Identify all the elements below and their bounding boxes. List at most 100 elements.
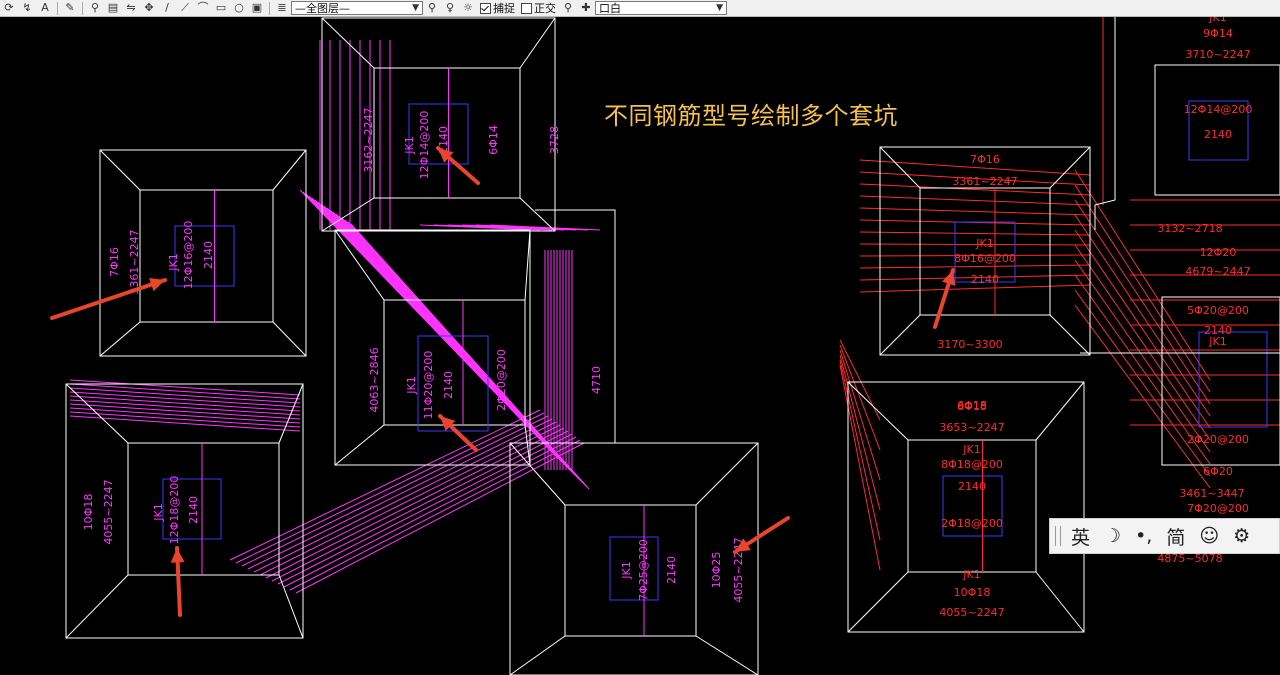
rebar-line [283, 436, 577, 588]
toolbar-divider [269, 1, 270, 15]
rebar-line [277, 433, 573, 585]
snap-checkbox[interactable]: 捕捉 [480, 0, 515, 16]
refresh-icon[interactable]: ⟳ [2, 1, 16, 15]
color-select[interactable]: 口白 ▼ [595, 1, 727, 15]
pit-name-label: JK1 [620, 561, 633, 579]
pit-corner-line [1049, 314, 1091, 356]
pit-depth-label: 2140 [971, 273, 999, 286]
rebar-line [69, 395, 301, 412]
pit-corner-line [695, 635, 759, 675]
layer-icon[interactable]: ▤ [106, 1, 120, 15]
rebar-line [859, 231, 1091, 236]
sun-icon[interactable]: ☼ [461, 1, 475, 15]
layer-select-value: —全图层— [295, 2, 350, 15]
pit-bar-label: 12Φ14@200 [1184, 103, 1253, 116]
link-icon[interactable]: ⚲ [88, 1, 102, 15]
pit-name-label: JK1 [1208, 17, 1226, 24]
rebar-line [69, 383, 301, 400]
pit-dims-label: 3361~2247 [952, 175, 1017, 188]
pit-corner-line [519, 17, 556, 69]
rebar-line [241, 415, 549, 567]
pit-side-label: 2Φ20@200 [495, 349, 508, 411]
pit-corner-line [847, 381, 909, 441]
rebar-line [247, 418, 553, 570]
pit-dims-label: 3461~3447 [1179, 487, 1244, 500]
pit-name-label: JK1 [152, 503, 165, 521]
pit-name-label: JK1 [167, 253, 180, 271]
move-icon[interactable]: ✥ [142, 1, 156, 15]
circle-icon[interactable]: ○ [232, 1, 246, 15]
pit-dims-label: 3170~3300 [937, 338, 1002, 351]
rebar-line [69, 387, 301, 404]
pit-corner-line [524, 229, 531, 301]
pit-corner-line [278, 574, 304, 639]
moon-icon[interactable]: ☽ [1104, 525, 1121, 547]
pit-name-label: JK1 [962, 443, 980, 456]
cad-toolbar: ⟳ ↯ A ✎ ⚲ ▤ ⇋ ✥ / ⟋ ⌒ ▭ ○ ▣ ≣ —全图层— ▼ ⚲ ♀… [0, 0, 1280, 17]
pit-extra-label: 4710 [590, 366, 603, 394]
pit-depth-label: 2140 [202, 241, 215, 269]
layer-manager-icon[interactable]: ≣ [275, 1, 289, 15]
pit-outer-outline [334, 229, 531, 466]
rebar-line [859, 207, 1091, 216]
pit-bar-label: 8Φ18@200 [941, 458, 1003, 471]
pit-name-label: JK1 [1208, 335, 1226, 348]
pit-side-label: 12Φ20 [1200, 246, 1237, 259]
pit-corner-line [65, 574, 129, 639]
pit-dims-label: 3653~2247 [939, 421, 1004, 434]
zoom-icon[interactable]: ⚲ [561, 1, 575, 15]
punctuation-toggle[interactable]: •, [1135, 525, 1152, 547]
rebar-line [265, 427, 565, 579]
pit-corner-line [695, 442, 759, 506]
snap-label: 捕捉 [493, 2, 515, 15]
ortho-label: 正交 [534, 2, 556, 15]
pit-dims-label: 3132~2718 [1157, 222, 1222, 235]
bulb-icon[interactable]: ♀ [443, 1, 457, 15]
pit-bottom-outline [609, 536, 659, 601]
rectangle-icon[interactable]: ▭ [214, 1, 228, 15]
arc-icon[interactable]: ⌒ [196, 1, 210, 15]
pit-dims-label: 7Φ20@200 [1187, 502, 1249, 515]
pit-dims-label: 3361~2247 [128, 229, 141, 294]
pit-side-label: 10Φ25 [710, 552, 723, 589]
pit-side-label: 9Φ14 [1203, 27, 1233, 40]
ortho-checkbox[interactable]: 正交 [521, 0, 556, 16]
pit-dims-label: 4679~2447 [1185, 265, 1250, 278]
polyline-icon[interactable]: ⟋ [178, 1, 192, 15]
drag-handle[interactable] [1055, 526, 1061, 546]
gear-icon[interactable]: ⚙ [1233, 525, 1250, 547]
pit-corner-line [1049, 146, 1091, 189]
ime-mode-toggle[interactable]: 简 [1166, 523, 1185, 550]
pit-bar-label: 12Φ14@200 [418, 111, 431, 180]
pit-dims-label: 3710~2247 [1185, 48, 1250, 61]
ime-lang-toggle[interactable]: 英 [1071, 523, 1090, 550]
line-icon[interactable]: / [160, 1, 174, 15]
rebar-line [839, 349, 881, 481]
pit-outer-outline [1094, 17, 1116, 230]
pit-corner-line [1035, 571, 1085, 633]
emoji-icon[interactable]: ☺ [1199, 525, 1219, 547]
pen-icon[interactable]: ✎ [63, 1, 77, 15]
color-wheel-icon[interactable]: ✚ [579, 1, 593, 15]
rebar-line [1074, 304, 1211, 489]
block-icon[interactable]: ▣ [250, 1, 264, 15]
pit-name-label: JK1 [403, 136, 416, 154]
mirror-icon[interactable]: ⇋ [124, 1, 138, 15]
pit-side-label: 10Φ18 [82, 494, 95, 531]
pit-corner-line [99, 321, 141, 357]
snap-icon[interactable]: ↯ [20, 1, 34, 15]
color-select-value: 口白 [599, 2, 621, 15]
pit-depth-label: 2140 [187, 496, 200, 524]
toolbar-divider [57, 1, 58, 15]
layer-select[interactable]: —全图层— ▼ [291, 1, 423, 15]
pit-bar-label: 11Φ20@200 [422, 351, 435, 420]
annotation-title: 不同钢筋型号绘制多个套坑 [604, 102, 898, 130]
rebar-line [69, 403, 301, 420]
pin-icon[interactable]: ⚲ [425, 1, 439, 15]
pit-corner-line [879, 314, 921, 356]
pit-name-label: JK1 [405, 376, 418, 394]
text-tool-icon[interactable]: A [38, 1, 52, 15]
pit-corner-line [879, 146, 921, 189]
pit-corner-line [334, 424, 385, 466]
rebar-line [69, 399, 301, 416]
